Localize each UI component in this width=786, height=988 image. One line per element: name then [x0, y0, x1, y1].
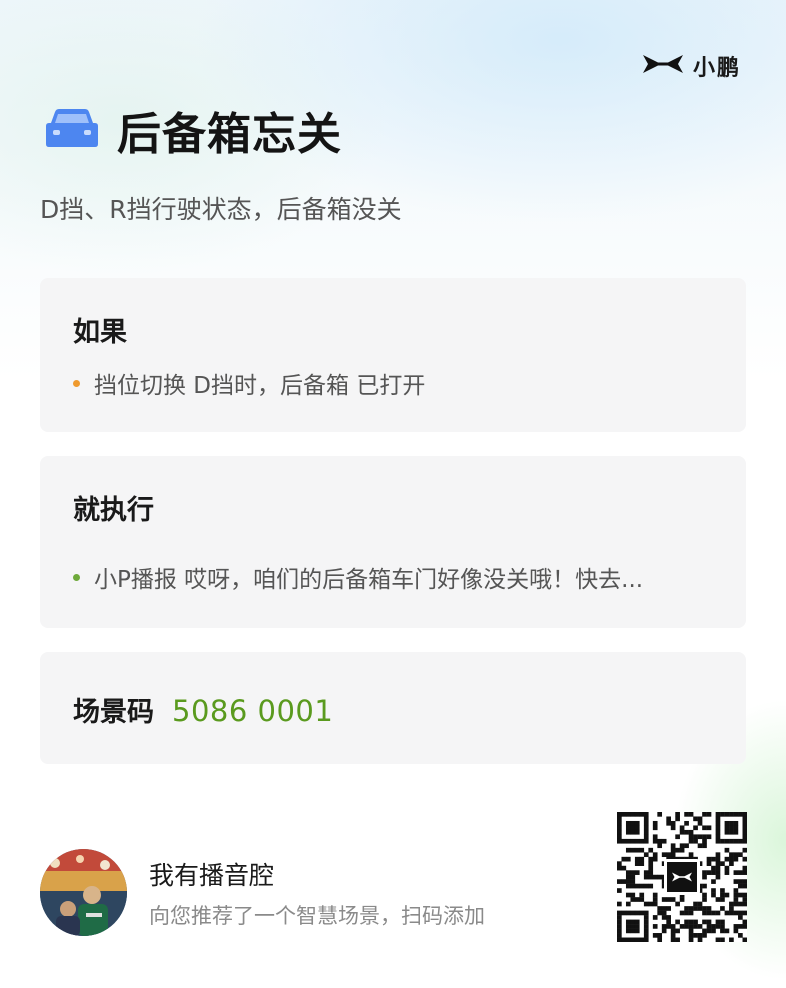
brand-name: 小鹏 — [693, 56, 742, 81]
page-title: 后备箱忘关 — [117, 109, 342, 160]
username: 我有播音腔 — [149, 861, 275, 890]
xpeng-qr-logo-icon — [664, 859, 700, 895]
orange-bullet-dot — [73, 379, 80, 387]
header: 后备箱忘关 — [45, 98, 342, 162]
scene-code-label: 场景码 — [73, 697, 154, 728]
condition-label: 如果 — [73, 317, 127, 348]
car-icon — [45, 106, 99, 154]
action-card: 就执行 小P播报 哎呀，咱们的后备箱车门好像没关哦！快去... — [40, 456, 746, 628]
action-label: 就执行 — [73, 495, 154, 526]
scene-code-value: 5086 0001 — [172, 694, 334, 728]
condition-card: 如果 挡位切换 D挡时，后备箱 已打开 — [40, 278, 746, 432]
action-item: 小P播报 哎呀，咱们的后备箱车门好像没关哦！快去... — [73, 560, 722, 594]
user-avatar — [40, 849, 127, 936]
qr-code — [617, 812, 748, 943]
condition-item: 挡位切换 D挡时，后备箱 已打开 — [73, 366, 722, 400]
green-bullet-dot — [73, 573, 80, 581]
share-description: 向您推荐了一个智慧场景，扫码添加 — [149, 904, 485, 928]
xpeng-x-logo-icon — [641, 53, 685, 79]
page-subtitle: D挡、R挡行驶状态，后备箱没关 — [40, 195, 402, 224]
action-item-text: 小P播报 哎呀，咱们的后备箱车门好像没关哦！快去... — [94, 567, 644, 593]
brand-logo: 小鹏 — [641, 50, 741, 82]
condition-item-text: 挡位切换 D挡时，后备箱 已打开 — [94, 373, 426, 399]
scene-code-card: 场景码 5086 0001 — [40, 652, 746, 764]
